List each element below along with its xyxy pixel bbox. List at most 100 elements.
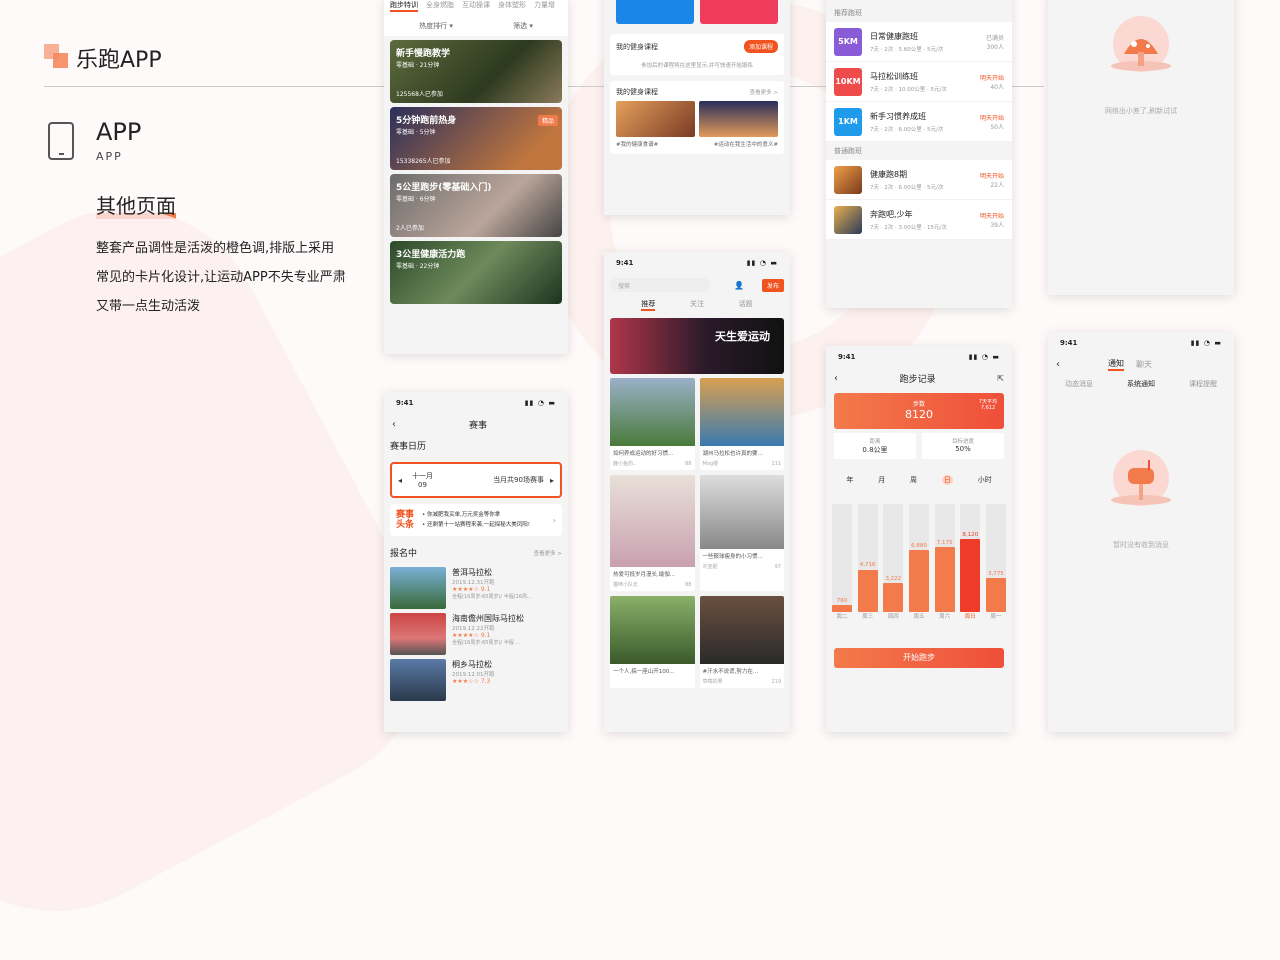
plan-sub: 7天 · 2次 · 3.00公里 · 15元/次 (870, 224, 947, 231)
like-count[interactable]: 88 (685, 461, 691, 467)
more-link[interactable]: 查看更多 > (750, 88, 778, 96)
steps-card: 步数 8120 7天平均 7,612 (834, 393, 1004, 429)
sub-tab-course[interactable]: 课程提醒 (1189, 379, 1217, 389)
bar-column[interactable]: 7,175 周六 (934, 504, 955, 620)
user-icon[interactable]: 👤 (734, 281, 744, 290)
feed-card[interactable]: 湖州马拉松也许真的要... Mog楼 111 (699, 378, 784, 470)
tab-class[interactable]: 互动操课 (462, 0, 490, 12)
news-block[interactable]: 赛事头条 • 你减肥我买单,万元奖金等你拿 • 还剩第十一站赛程来袭,一起探秘大美… (390, 504, 562, 536)
section-title: 我的健身课程 (616, 88, 658, 96)
tab-running[interactable]: 跑步特训 (390, 0, 418, 12)
signal-icon: ▮▮ ◔ ▬ (1190, 339, 1222, 347)
plan-item[interactable]: 1KM 新手习惯养成班 7天 · 2次 · 6.00公里 · 5元/次 明天开始 5… (826, 102, 1012, 142)
news-item: • 你减肥我买单,万元奖金等你拿 (422, 512, 501, 518)
bar-column[interactable]: 6,880 周五 (908, 504, 929, 620)
app-subtitle: APP (96, 150, 123, 163)
plan-item[interactable]: 奔跑吧,少年 7天 · 2次 · 3.00公里 · 15元/次 明天开始 39人 (826, 200, 1012, 240)
like-count[interactable]: 219 (771, 679, 781, 685)
tab-fatburn[interactable]: 全身燃脂 (426, 0, 454, 12)
more-link[interactable]: 查看更多 > (534, 549, 562, 557)
course-count: 15338265人已参加 (396, 158, 451, 165)
calendar-selector[interactable]: ◂ 十一月 09 当月共90场赛事 ▸ (390, 462, 562, 498)
race-date: 2019.12.31开跑 (452, 580, 495, 586)
description: 整套产品调性是活泼的橙色调,排版上采用常见的卡片化设计,让运动APP不失专业严肃… (96, 241, 346, 314)
feed-user: 猫咪小队长 (613, 582, 639, 588)
like-count[interactable]: 88 (685, 582, 691, 588)
promo-image[interactable] (616, 0, 694, 24)
sub-tab-dynamic[interactable]: 动态消息 (1065, 379, 1093, 389)
tab-notify[interactable]: 通知 (1108, 358, 1124, 371)
race-item[interactable]: 普洱马拉松 2019.12.31开跑 ★★★★☆ 9.1 全程(16周岁-65周岁)/… (390, 567, 562, 609)
feed-card[interactable]: 一个人,搞一座山开100... (610, 596, 695, 688)
period-year[interactable]: 年 (846, 475, 853, 485)
tab-follow[interactable]: 关注 (690, 299, 704, 311)
steps-avg: 7天平均 7,612 (978, 399, 998, 411)
bar-column[interactable]: 4,716 周三 (857, 504, 878, 620)
back-icon[interactable]: ‹ (1056, 359, 1060, 370)
tab-topic[interactable]: 话题 (739, 299, 753, 311)
period-day[interactable]: 日 (941, 475, 953, 485)
feed-card[interactable]: 如何养成运动的好习惯... 鹿小鱼的.. 88 (610, 378, 695, 470)
food-image[interactable] (616, 101, 695, 137)
signal-icon: ▮▮ ◔ ▬ (746, 259, 778, 267)
course-card[interactable]: 新手慢跑教学 零基础 · 21分钟 125568人已参加 (390, 40, 562, 103)
period-hour[interactable]: 小时 (978, 475, 992, 485)
race-date: 2019.12.22开跑 (452, 626, 495, 632)
course-card[interactable]: 3公里健康活力跑 零基础 · 22分钟 (390, 241, 562, 304)
feed-image (699, 596, 784, 664)
tag[interactable]: #运动在我生活中的意义# (714, 140, 778, 148)
bar-column[interactable]: 8,120 周日 (960, 504, 981, 620)
step-chart: 760 周二 4,716 周三 3,222 周四 6,880 周五 7,175 周六 8,120 周日… (832, 504, 1006, 620)
search-input[interactable]: 搜索 (610, 278, 710, 292)
period-week[interactable]: 周 (910, 475, 917, 485)
feed-card[interactable]: #汗水不说谎,努力在... 草莓的果 219 (699, 596, 784, 688)
prev-icon[interactable]: ◂ (398, 476, 402, 485)
plan-name: 马拉松训练班 (870, 71, 918, 81)
add-course-button[interactable]: 添加课程 (743, 40, 778, 53)
plan-status: 明天开始 (979, 74, 1004, 82)
plan-item[interactable]: 健康跑8期 7天 · 2次 · 6.00公里 · 5元/次 明天开始 22人 (826, 160, 1012, 200)
logo-icon (44, 44, 68, 68)
empty-text: 暂时没有收到消息 (1113, 541, 1169, 549)
sub-tab-system[interactable]: 系统通知 (1127, 379, 1155, 389)
plan-item[interactable]: 10KM 马拉松训练班 7天 · 2次 · 10.00公里 · 5元/次 明天开始… (826, 62, 1012, 102)
feed-text: 湖州马拉松也许真的要... (702, 451, 763, 457)
post-button[interactable]: 发布 (761, 278, 784, 292)
course-card[interactable]: 5分钟跑前热身 零基础 · 5分钟 15338265人已参加 精品 (390, 107, 562, 170)
feed-card[interactable]: 热爱可抵岁月漫长,瑜伽... 猫咪小队长 88 (610, 475, 695, 591)
like-count[interactable]: 97 (775, 564, 781, 570)
race-item[interactable]: 桐乡马拉松 2019.12.01开跑 ★★★☆☆ 7.3 (390, 659, 562, 701)
filter-dropdown[interactable]: 筛选 ▾ (513, 21, 533, 31)
tab-shape[interactable]: 身体塑形 (498, 0, 526, 12)
empty-hint: 参加后的课程将在这里显示,并可快速开始锻炼 (641, 63, 753, 69)
sunset-image[interactable] (699, 101, 778, 137)
back-icon[interactable]: ‹ (392, 419, 396, 430)
feed-image (610, 475, 695, 567)
tab-recommend[interactable]: 推荐 (641, 299, 656, 311)
tag[interactable]: #我的健康食谱# (616, 140, 658, 148)
share-icon[interactable]: ⇱ (997, 374, 1004, 383)
bar-column[interactable]: 3,222 周四 (883, 504, 904, 620)
section-recommend: 推荐跑班 (826, 4, 1012, 22)
plan-item[interactable]: 5KM 日常健康跑班 7天 · 2次 · 5.60公里 · 5元/次 已满员 300… (826, 22, 1012, 62)
course-sub: 零基础 · 6分钟 (396, 196, 436, 203)
promo-image[interactable] (700, 0, 778, 24)
bar-column[interactable]: 3,775 周一 (985, 504, 1006, 620)
like-count[interactable]: 111 (771, 461, 781, 467)
bar-column[interactable]: 760 周二 (832, 504, 852, 620)
bar (985, 578, 1006, 612)
chevron-right-icon: › (552, 515, 556, 525)
course-card[interactable]: 5公里跑步(零基础入门) 零基础 · 6分钟 2人已参加 (390, 174, 562, 237)
period-month[interactable]: 月 (878, 475, 885, 485)
banner[interactable]: 天生爱运动 (610, 318, 784, 374)
bar (960, 538, 981, 612)
next-icon[interactable]: ▸ (550, 476, 554, 485)
tab-power[interactable]: 力量增 (534, 0, 555, 12)
feed-card[interactable]: 一些鞍球瘦身的小习惯... 刘亚妮 97 (699, 475, 784, 591)
tab-chat[interactable]: 聊天 (1136, 359, 1152, 370)
back-icon[interactable]: ‹ (834, 373, 838, 384)
race-item[interactable]: 海南儋州国际马拉松 2019.12.22开跑 ★★★★☆ 9.1 全程(16周岁-65… (390, 613, 562, 655)
start-run-button[interactable]: 开始跑步 (834, 648, 1004, 668)
sort-dropdown[interactable]: 热度排行 ▾ (419, 21, 453, 31)
event-count: 当月共90场赛事 (493, 476, 544, 484)
